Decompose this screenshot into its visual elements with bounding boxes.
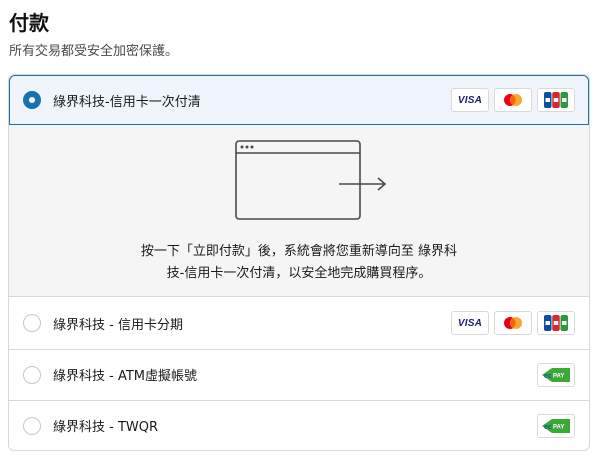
- redirect-info-line: 按一下「立即付款」後，系統會將您重新導向至 綠界科: [140, 244, 458, 259]
- jcb-icon: [537, 311, 575, 335]
- redirect-info-panel: 按一下「立即付款」後，系統會將您重新導向至 綠界科 技-信用卡一次付清，以安全地…: [9, 125, 589, 297]
- browser-redirect-icon: [235, 140, 387, 220]
- payment-option-atm[interactable]: 綠界科技 - ATM虛擬帳號 ec PAY: [9, 349, 589, 399]
- page-title: 付款: [9, 11, 49, 35]
- payment-option-credit-card-full[interactable]: 綠界科技-信用卡一次付清 VISA: [9, 75, 589, 125]
- visa-icon: VISA: [451, 88, 489, 112]
- redirect-info-line: 技-信用卡一次付清，以安全地完成購買程序。: [166, 266, 432, 281]
- radio-button[interactable]: [23, 416, 41, 435]
- payment-option-label: 綠界科技 - 信用卡分期: [53, 317, 183, 333]
- ecpay-icon: ec PAY: [537, 413, 575, 438]
- payment-methods-list: 綠界科技-信用卡一次付清 VISA 按一下「立即付款」後，系統會將您重新導向至 …: [8, 74, 590, 451]
- card-logos: VISA: [451, 88, 575, 112]
- visa-logo-text: VISA: [457, 94, 483, 106]
- radio-button[interactable]: [23, 365, 41, 384]
- visa-logo-text: VISA: [457, 317, 483, 329]
- payment-option-label: 綠界科技 - ATM虛擬帳號: [53, 369, 197, 384]
- svg-text:PAY: PAY: [553, 373, 564, 379]
- svg-text:ec: ec: [544, 424, 552, 431]
- ecpay-icon: ec PAY: [537, 362, 575, 387]
- mastercard-icon: [494, 311, 532, 335]
- payment-option-twqr[interactable]: 綠界科技 - TWQR ec PAY: [9, 400, 589, 450]
- page-subtitle: 所有交易都受安全加密保護。: [9, 44, 179, 59]
- payment-option-label: 綠界科技-信用卡一次付清: [53, 94, 201, 110]
- card-logos: VISA: [451, 311, 575, 335]
- svg-text:PAY: PAY: [553, 424, 564, 430]
- payment-option-installment[interactable]: 綠界科技 - 信用卡分期 VISA: [9, 298, 589, 348]
- radio-button[interactable]: [23, 314, 41, 332]
- jcb-icon: [537, 88, 575, 112]
- payment-option-label: 綠界科技 - TWQR: [53, 420, 159, 435]
- svg-text:ec: ec: [544, 373, 552, 380]
- radio-button-selected[interactable]: [23, 91, 41, 109]
- redirect-info-text: 按一下「立即付款」後，系統會將您重新導向至 綠界科 技-信用卡一次付清，以安全地…: [9, 241, 589, 285]
- visa-icon: VISA: [451, 311, 489, 335]
- mastercard-icon: [494, 88, 532, 112]
